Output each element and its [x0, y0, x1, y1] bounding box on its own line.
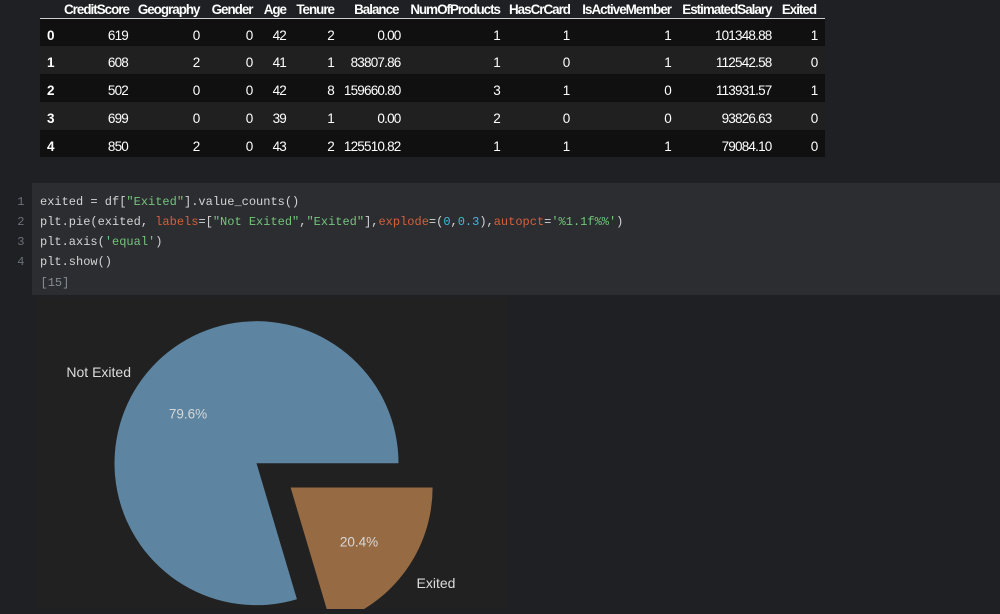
svg-text:79.6%: 79.6% [169, 407, 207, 422]
svg-text:20.4%: 20.4% [340, 535, 378, 550]
svg-text:Exited: Exited [417, 575, 456, 591]
svg-text:Not Exited: Not Exited [66, 364, 131, 380]
